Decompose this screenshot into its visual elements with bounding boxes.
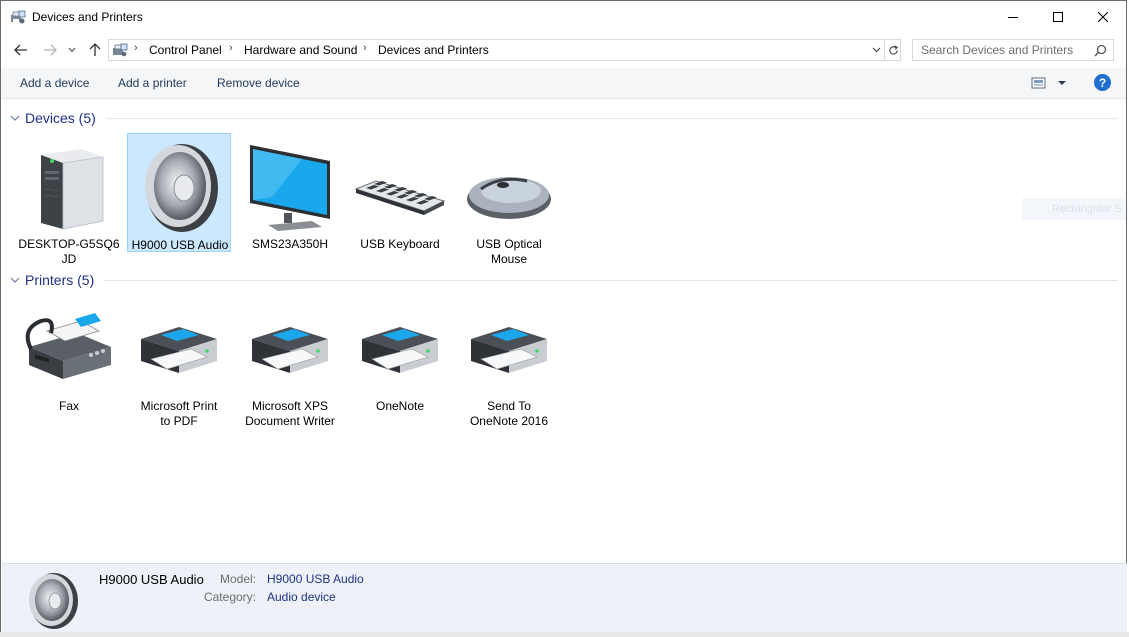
- minimize-button[interactable]: [990, 1, 1036, 33]
- maximize-button[interactable]: [1035, 1, 1081, 33]
- group-divider: [103, 280, 1118, 281]
- refresh-button[interactable]: [884, 40, 901, 60]
- close-icon: [1098, 12, 1108, 22]
- search-icon[interactable]: [1094, 44, 1107, 57]
- add-printer-button[interactable]: Add a printer: [118, 76, 187, 90]
- maximize-icon: [1053, 12, 1063, 22]
- keyboard-icon: [354, 180, 446, 215]
- printer-tile-send-to-onenote-2016[interactable]: Send To OneNote 2016: [457, 295, 561, 428]
- printer-name: Microsoft Print to PDF: [140, 399, 218, 428]
- chevron-down-icon: [68, 47, 76, 53]
- breadcrumb-separator-icon[interactable]: ›: [363, 42, 367, 54]
- breadcrumb-devices-and-printers[interactable]: Devices and Printers: [378, 43, 489, 57]
- address-bar[interactable]: › Control Panel › Hardware and Sound › D…: [108, 39, 901, 61]
- speaker-icon: [29, 573, 78, 629]
- forward-arrow-icon: [44, 44, 57, 56]
- background-taskbar-strip: [0, 632, 1129, 637]
- refresh-icon: [888, 44, 898, 55]
- printer-tile-microsoft-xps-document-writer[interactable]: Microsoft XPS Document Writer: [238, 295, 342, 428]
- up-button[interactable]: [86, 41, 104, 59]
- view-options-icon: [1031, 77, 1046, 89]
- remove-device-button[interactable]: Remove device: [217, 76, 300, 90]
- computer-tower-icon: [41, 149, 104, 230]
- ghost-tooltip: Rectangular S: [1022, 198, 1126, 220]
- device-tile-h9000-usb-audio[interactable]: H9000 USB Audio: [127, 133, 231, 252]
- printer-icon: [471, 327, 547, 373]
- printer-icon: [252, 327, 328, 373]
- device-name: DESKTOP-G5SQ6 JD: [18, 237, 120, 266]
- device-name: H9000 USB Audio: [131, 238, 229, 252]
- devices-group-header[interactable]: Devices (5): [9, 108, 96, 128]
- change-view-button[interactable]: [1031, 75, 1071, 91]
- mouse-icon: [467, 177, 551, 219]
- details-model-label: Model:: [219, 572, 256, 586]
- device-tile-desktop[interactable]: DESKTOP-G5SQ6 JD: [17, 133, 121, 266]
- monitor-icon: [250, 145, 330, 231]
- device-tile-usb-optical-mouse[interactable]: USB Optical Mouse: [457, 133, 561, 266]
- devices-group-label: Devices (5): [25, 110, 96, 126]
- printer-name: Fax: [58, 399, 79, 413]
- printer-name: Microsoft XPS Document Writer: [245, 399, 335, 428]
- printer-tile-microsoft-print-to-pdf[interactable]: Microsoft Print to PDF: [127, 295, 231, 428]
- minimize-icon: [1008, 17, 1018, 18]
- details-device-name: H9000 USB Audio: [99, 572, 204, 587]
- details-pane: H9000 USB Audio Model: H9000 USB Audio C…: [2, 563, 1127, 637]
- close-button[interactable]: [1080, 1, 1126, 33]
- address-history-button[interactable]: [868, 40, 884, 60]
- printer-icon: [141, 327, 217, 373]
- breadcrumb-separator-icon[interactable]: ›: [134, 42, 138, 54]
- command-bar: Add a device Add a printer Remove device: [1, 68, 1126, 99]
- devices-printers-app-icon: [11, 10, 26, 24]
- breadcrumb-hardware-and-sound[interactable]: Hardware and Sound: [244, 43, 357, 57]
- chevron-down-icon: [872, 47, 880, 53]
- printer-name: OneNote: [375, 399, 425, 413]
- fax-icon: [25, 313, 111, 379]
- devices-and-printers-window: Devices and Printers › Control Panel › H: [0, 0, 1127, 637]
- device-name: USB Optical Mouse: [476, 237, 542, 266]
- details-model-value: H9000 USB Audio: [267, 572, 364, 586]
- devices-printers-location-icon: [113, 43, 128, 57]
- collapse-chevron-icon: [10, 115, 20, 121]
- recent-locations-button[interactable]: [66, 41, 78, 59]
- title-bar: Devices and Printers: [1, 1, 1126, 33]
- group-divider: [106, 118, 1118, 119]
- printer-icon: [362, 327, 438, 373]
- printers-group-header[interactable]: Printers (5): [9, 270, 94, 290]
- search-input[interactable]: [913, 40, 1093, 60]
- breadcrumb-control-panel[interactable]: Control Panel: [149, 43, 222, 57]
- device-name: SMS23A350H: [251, 237, 329, 251]
- forward-button[interactable]: [41, 41, 59, 59]
- back-button[interactable]: [12, 41, 30, 59]
- window-title: Devices and Printers: [32, 10, 143, 24]
- back-arrow-icon: [14, 44, 27, 56]
- printer-tile-fax[interactable]: Fax: [17, 295, 121, 415]
- details-category-value: Audio device: [267, 590, 336, 604]
- up-arrow-icon: [89, 43, 101, 56]
- details-category-label: Category:: [203, 590, 256, 604]
- device-tile-usb-keyboard[interactable]: USB Keyboard: [348, 133, 452, 253]
- add-device-button[interactable]: Add a device: [20, 76, 89, 90]
- speaker-icon: [145, 144, 218, 232]
- chevron-down-icon: [1058, 81, 1066, 85]
- printer-tile-onenote[interactable]: OneNote: [348, 295, 452, 415]
- device-name: USB Keyboard: [360, 237, 440, 251]
- search-box[interactable]: [912, 39, 1114, 61]
- printer-name: Send To OneNote 2016: [469, 399, 549, 428]
- collapse-chevron-icon: [10, 277, 20, 283]
- help-button[interactable]: ?: [1094, 74, 1111, 91]
- breadcrumb-separator-icon[interactable]: ›: [229, 42, 233, 54]
- device-tile-monitor[interactable]: SMS23A350H: [238, 133, 342, 253]
- printers-group-label: Printers (5): [25, 272, 95, 288]
